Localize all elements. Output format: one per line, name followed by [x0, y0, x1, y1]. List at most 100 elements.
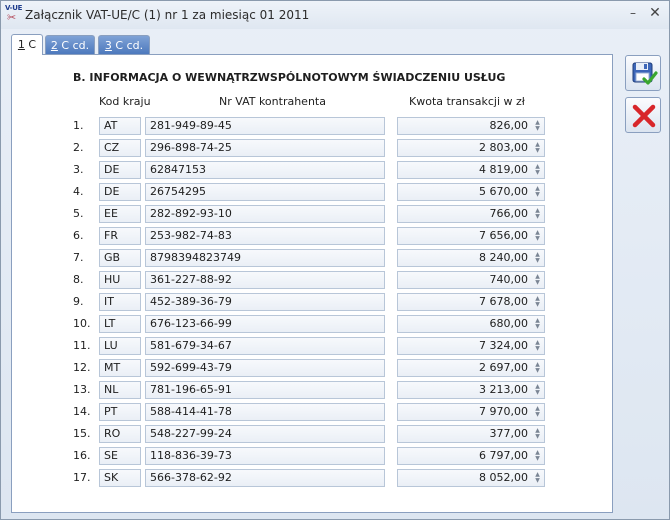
amount-field[interactable]: 5 670,00 ▲ ▼ [397, 183, 545, 201]
amount-spinner-icon[interactable]: ▲ ▼ [533, 450, 542, 462]
country-code-field[interactable]: HU [99, 271, 141, 289]
country-code-field[interactable]: DE [99, 183, 141, 201]
vat-number-field[interactable]: 361-227-88-92 [145, 271, 385, 289]
row-number: 3. [73, 163, 84, 176]
tab-2-c-cd[interactable]: 2 C cd. [45, 35, 95, 54]
amount-spinner-icon[interactable]: ▲ ▼ [533, 186, 542, 198]
amount-field[interactable]: 7 678,00 ▲ ▼ [397, 293, 545, 311]
amount-value: 6 797,00 [479, 449, 528, 462]
country-code-field[interactable]: AT [99, 117, 141, 135]
amount-spinner-icon[interactable]: ▲ ▼ [533, 164, 542, 176]
country-code-field[interactable]: FR [99, 227, 141, 245]
save-button[interactable] [625, 55, 661, 91]
country-code-field[interactable]: CZ [99, 139, 141, 157]
amount-field[interactable]: 8 052,00 ▲ ▼ [397, 469, 545, 487]
amount-spinner-icon[interactable]: ▲ ▼ [533, 230, 542, 242]
vat-number-field[interactable]: 282-892-93-10 [145, 205, 385, 223]
cancel-icon [632, 104, 656, 128]
column-header-kod-kraju: Kod kraju [99, 95, 151, 108]
row-number: 6. [73, 229, 84, 242]
vat-number-field[interactable]: 676-123-66-99 [145, 315, 385, 333]
country-code-field[interactable]: LT [99, 315, 141, 333]
vat-number-field[interactable]: 118-836-39-73 [145, 447, 385, 465]
vat-number-field[interactable]: 62847153 [145, 161, 385, 179]
amount-spinner-icon[interactable]: ▲ ▼ [533, 406, 542, 418]
country-code-field[interactable]: NL [99, 381, 141, 399]
save-icon [632, 62, 658, 85]
amount-field[interactable]: 8 240,00 ▲ ▼ [397, 249, 545, 267]
amount-spinner-icon[interactable]: ▲ ▼ [533, 274, 542, 286]
amount-spinner-icon[interactable]: ▲ ▼ [533, 362, 542, 374]
amount-field[interactable]: 740,00 ▲ ▼ [397, 271, 545, 289]
amount-spinner-icon[interactable]: ▲ ▼ [533, 208, 542, 220]
country-code-field[interactable]: EE [99, 205, 141, 223]
tab-3-c-cd[interactable]: 3 C cd. [98, 35, 150, 54]
amount-value: 740,00 [489, 273, 529, 286]
amount-spinner-icon[interactable]: ▲ ▼ [533, 296, 542, 308]
amount-field[interactable]: 7 656,00 ▲ ▼ [397, 227, 545, 245]
vat-number-field[interactable]: 581-679-34-67 [145, 337, 385, 355]
tab-accel: 1 [17, 38, 25, 51]
vat-number-field[interactable]: 592-699-43-79 [145, 359, 385, 377]
section-title: B. INFORMACJA O WEWNĄTRZWSPÓLNOTOWYM ŚWI… [73, 71, 506, 84]
country-code-field[interactable]: DE [99, 161, 141, 179]
amount-value: 8 240,00 [479, 251, 528, 264]
country-code-field[interactable]: MT [99, 359, 141, 377]
vat-number-field[interactable]: 548-227-99-24 [145, 425, 385, 443]
vat-number-field[interactable]: 253-982-74-83 [145, 227, 385, 245]
vat-number-field[interactable]: 26754295 [145, 183, 385, 201]
app-icon: V-UE ✂ [5, 4, 23, 24]
amount-spinner-icon[interactable]: ▲ ▼ [533, 318, 542, 330]
row-number: 11. [73, 339, 91, 352]
close-button[interactable]: ✕ [647, 5, 663, 21]
amount-field[interactable]: 4 819,00 ▲ ▼ [397, 161, 545, 179]
amount-field[interactable]: 7 324,00 ▲ ▼ [397, 337, 545, 355]
cancel-button[interactable] [625, 97, 661, 133]
amount-value: 3 213,00 [479, 383, 528, 396]
amount-spinner-icon[interactable]: ▲ ▼ [533, 120, 542, 132]
amount-value: 680,00 [489, 317, 529, 330]
country-code-field[interactable]: PT [99, 403, 141, 421]
country-code-field[interactable]: SK [99, 469, 141, 487]
amount-spinner-icon[interactable]: ▲ ▼ [533, 472, 542, 484]
amount-field[interactable]: 3 213,00 ▲ ▼ [397, 381, 545, 399]
tab-label: C cd. [111, 39, 144, 52]
vat-number-field[interactable]: 281-949-89-45 [145, 117, 385, 135]
vat-number-field[interactable]: 566-378-62-92 [145, 469, 385, 487]
minimize-button[interactable]: – [625, 5, 641, 21]
country-code-field[interactable]: GB [99, 249, 141, 267]
row-number: 1. [73, 119, 84, 132]
amount-spinner-icon[interactable]: ▲ ▼ [533, 142, 542, 154]
amount-field[interactable]: 6 797,00 ▲ ▼ [397, 447, 545, 465]
country-code-field[interactable]: LU [99, 337, 141, 355]
amount-field[interactable]: 2 697,00 ▲ ▼ [397, 359, 545, 377]
amount-field[interactable]: 680,00 ▲ ▼ [397, 315, 545, 333]
column-header-kwota: Kwota transakcji w zł [409, 95, 525, 108]
amount-spinner-icon[interactable]: ▲ ▼ [533, 252, 542, 264]
amount-field[interactable]: 766,00 ▲ ▼ [397, 205, 545, 223]
amount-field[interactable]: 7 970,00 ▲ ▼ [397, 403, 545, 421]
vat-number-field[interactable]: 781-196-65-91 [145, 381, 385, 399]
amount-spinner-icon[interactable]: ▲ ▼ [533, 340, 542, 352]
row-number: 5. [73, 207, 84, 220]
amount-spinner-icon[interactable]: ▲ ▼ [533, 384, 542, 396]
amount-field[interactable]: 377,00 ▲ ▼ [397, 425, 545, 443]
row-number: 9. [73, 295, 84, 308]
country-code-field[interactable]: SE [99, 447, 141, 465]
vat-number-field[interactable]: 296-898-74-25 [145, 139, 385, 157]
vat-number-field[interactable]: 452-389-36-79 [145, 293, 385, 311]
column-header-nr-vat: Nr VAT kontrahenta [219, 95, 326, 108]
amount-value: 7 678,00 [479, 295, 528, 308]
row-number: 17. [73, 471, 91, 484]
amount-field[interactable]: 2 803,00 ▲ ▼ [397, 139, 545, 157]
amount-field[interactable]: 826,00 ▲ ▼ [397, 117, 545, 135]
vat-number-field[interactable]: 8798394823749 [145, 249, 385, 267]
tab-accel: 2 [50, 39, 58, 52]
tab-1-c[interactable]: 1 C [11, 34, 43, 55]
country-code-field[interactable]: IT [99, 293, 141, 311]
country-code-field[interactable]: RO [99, 425, 141, 443]
row-number: 16. [73, 449, 91, 462]
row-number: 14. [73, 405, 91, 418]
vat-number-field[interactable]: 588-414-41-78 [145, 403, 385, 421]
amount-spinner-icon[interactable]: ▲ ▼ [533, 428, 542, 440]
